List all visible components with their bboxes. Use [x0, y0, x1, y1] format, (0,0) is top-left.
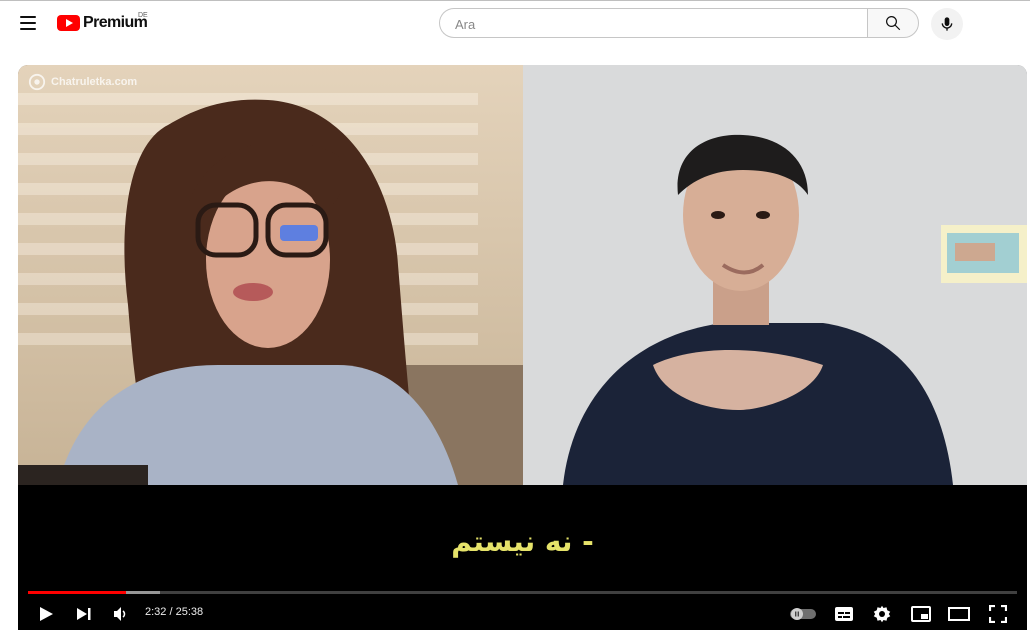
miniplayer-button[interactable] [910, 597, 932, 630]
time-display: 2:32 / 25:38 [145, 606, 204, 618]
voice-search-button[interactable] [931, 8, 963, 40]
video-frame-left: Chatruletka.com [18, 65, 523, 485]
hamburger-menu-button[interactable] [14, 11, 42, 35]
progress-bar[interactable] [28, 591, 1017, 594]
microphone-icon [941, 17, 953, 31]
subtitles-icon [835, 606, 853, 621]
search-button[interactable] [867, 8, 919, 38]
country-code: DE [138, 12, 148, 19]
search-input[interactable] [453, 10, 837, 38]
volume-button[interactable] [110, 597, 132, 630]
play-button[interactable] [35, 597, 57, 630]
chatruletka-logo-icon [28, 73, 46, 91]
fullscreen-icon [989, 604, 1007, 623]
hamburger-bar [20, 28, 36, 30]
settings-button[interactable] [871, 597, 893, 630]
youtube-logo-icon [57, 15, 80, 31]
next-button[interactable] [73, 597, 95, 630]
video-player[interactable]: Chatruletka.com - نه نیستم 2:32 / 25:38 [18, 65, 1027, 630]
watermark: Chatruletka.com [28, 73, 137, 91]
player-controls: 2:32 / 25:38 [18, 597, 1027, 630]
video-scene-man [523, 65, 1027, 485]
autoplay-toggle-icon [790, 607, 816, 620]
theater-mode-button[interactable] [948, 597, 970, 630]
hamburger-bar [20, 22, 36, 24]
search-box [439, 8, 867, 38]
subtitles-button[interactable] [833, 597, 855, 630]
video-scene-woman [18, 65, 523, 485]
play-icon [40, 606, 53, 621]
next-icon [77, 607, 91, 620]
youtube-premium-logo[interactable]: Premium DE [57, 12, 148, 32]
theater-mode-icon [948, 606, 970, 621]
hamburger-menu-icon [20, 16, 36, 18]
progress-played [28, 591, 126, 594]
autoplay-toggle[interactable] [788, 597, 818, 630]
masthead: Premium DE [0, 1, 1030, 47]
volume-icon [114, 606, 126, 621]
search-icon [886, 16, 901, 31]
video-frame-right [523, 65, 1027, 485]
caption-text: - نه نیستم [451, 525, 594, 558]
miniplayer-icon [911, 605, 931, 622]
gear-icon [873, 605, 891, 622]
watermark-text: Chatruletka.com [51, 76, 138, 88]
fullscreen-button[interactable] [987, 597, 1009, 630]
